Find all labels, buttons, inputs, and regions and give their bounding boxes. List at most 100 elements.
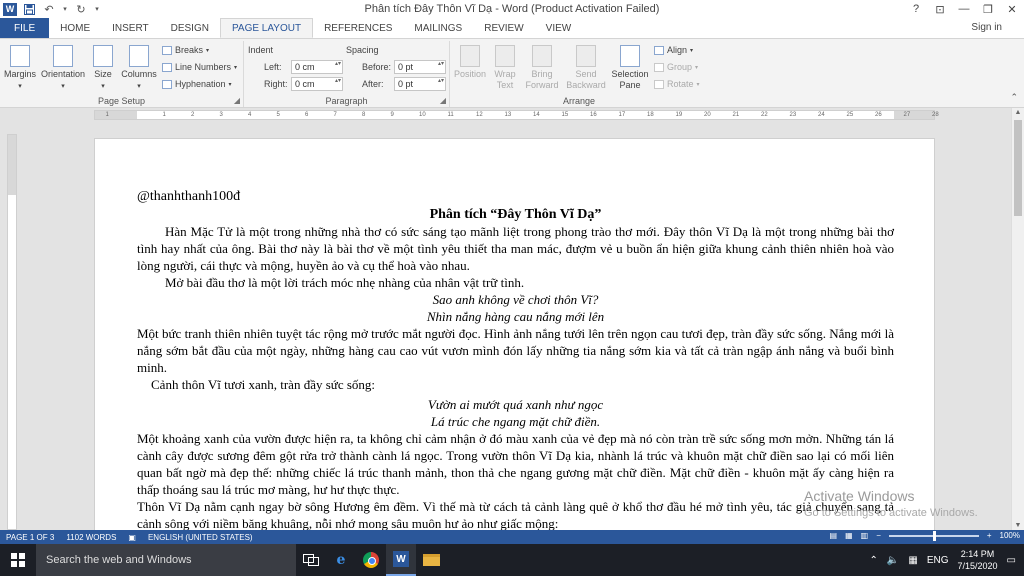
bring-forward-button[interactable]: Bring Forward bbox=[522, 45, 562, 91]
task-view-icon[interactable] bbox=[296, 544, 326, 576]
group-icon bbox=[654, 62, 664, 72]
rotate-button[interactable]: Rotate ▾ bbox=[654, 79, 700, 89]
margins-icon bbox=[10, 45, 30, 67]
tab-design[interactable]: DESIGN bbox=[160, 18, 220, 38]
spacing-after-input[interactable]: 0 pt bbox=[394, 77, 446, 91]
verse-4: Lá trúc che ngang mặt chữ điền. bbox=[430, 414, 601, 429]
vertical-scrollbar[interactable]: ▲ ▼ bbox=[1011, 108, 1024, 530]
ruler-tick: 4 bbox=[248, 112, 252, 118]
tab-mailings[interactable]: MAILINGS bbox=[403, 18, 473, 38]
clock[interactable]: 2:14 PM 7/15/2020 bbox=[958, 548, 998, 572]
restore-button[interactable]: ❐ bbox=[976, 0, 1000, 18]
undo-icon[interactable]: ↶ bbox=[41, 2, 57, 16]
breaks-icon bbox=[162, 45, 172, 55]
ruler-tick: 27 bbox=[903, 112, 911, 118]
wrap-text-button[interactable]: Wrap Text bbox=[488, 45, 522, 91]
ribbon-display-options-button[interactable]: ⊡ bbox=[928, 0, 952, 18]
spacing-before-label: Before: bbox=[362, 62, 392, 72]
indent-label: Indent bbox=[248, 45, 274, 55]
title-bar: W ↶ ▾ ↻ ▾ Phân tích Đây Thôn Vĩ Dạ - Wor… bbox=[0, 0, 1024, 18]
columns-button[interactable]: Columns ▾ bbox=[120, 45, 158, 92]
tab-review[interactable]: REVIEW bbox=[473, 18, 534, 38]
paragraph-1: Hàn Mặc Tử là một trong những nhà thơ có… bbox=[137, 224, 894, 273]
indent-right-input[interactable]: 0 cm bbox=[291, 77, 343, 91]
zoom-slider[interactable] bbox=[888, 530, 979, 541]
edge-icon[interactable]: e bbox=[326, 544, 356, 576]
document-page[interactable]: @thanhthanh100đ Phân tích “Đây Thôn Vĩ D… bbox=[94, 138, 935, 532]
ruler-tick: 19 bbox=[675, 112, 683, 118]
wrap-text-icon bbox=[495, 45, 515, 67]
tab-view[interactable]: VIEW bbox=[535, 18, 583, 38]
web-layout-icon[interactable]: ▥ bbox=[861, 531, 869, 540]
hyphenation-button[interactable]: Hyphenation ▾ bbox=[162, 79, 232, 89]
paragraph-2: Mở bài đầu thơ là một lời trách móc nhẹ … bbox=[165, 275, 525, 290]
dropdown-arrow-icon[interactable]: ▾ bbox=[61, 2, 69, 16]
tab-home[interactable]: HOME bbox=[49, 18, 101, 38]
print-layout-icon[interactable]: ▦ bbox=[845, 531, 853, 540]
horizontal-ruler[interactable]: 1 1 2 3 4 5 6 7 8 9 10 11 12 13 14 15 16 17 18 19 20 21 22 23 24… bbox=[94, 110, 939, 120]
page-count[interactable]: PAGE 1 OF 3 bbox=[0, 533, 60, 542]
group-button[interactable]: Group ▾ bbox=[654, 62, 698, 72]
tab-page-layout[interactable]: PAGE LAYOUT bbox=[219, 18, 314, 38]
send-backward-button[interactable]: Send Backward bbox=[564, 45, 608, 91]
help-button[interactable]: ? bbox=[904, 0, 928, 18]
paragraph-5: Một khoảng xanh của vườn được hiện ra, t… bbox=[137, 431, 894, 497]
taskbar-search[interactable]: Search the web and Windows bbox=[36, 544, 296, 576]
scroll-up-icon[interactable]: ▲ bbox=[1012, 109, 1024, 116]
selection-pane-button[interactable]: Selection Pane bbox=[610, 45, 650, 91]
size-button[interactable]: Size ▾ bbox=[86, 45, 120, 92]
paragraph-group: Indent Spacing Left: 0 cm Right: 0 cm Be… bbox=[244, 41, 450, 107]
orientation-button[interactable]: Orientation ▾ bbox=[40, 45, 86, 92]
spacing-after-label: After: bbox=[362, 79, 384, 89]
minimize-button[interactable]: — bbox=[952, 0, 976, 18]
collapse-ribbon-icon[interactable]: ⌃ bbox=[1010, 92, 1018, 103]
word-count[interactable]: 1102 WORDS bbox=[60, 533, 122, 542]
customize-toolbar-icon[interactable]: ▾ bbox=[93, 2, 101, 16]
breaks-button[interactable]: Breaks ▾ bbox=[162, 45, 209, 55]
save-icon[interactable] bbox=[21, 2, 37, 16]
word-taskbar-icon[interactable]: W bbox=[386, 544, 416, 576]
tab-file[interactable]: FILE bbox=[0, 18, 50, 38]
vertical-ruler[interactable] bbox=[7, 134, 17, 530]
network-icon[interactable]: ▦ bbox=[908, 555, 917, 566]
word-logo-icon: W bbox=[3, 2, 17, 16]
read-mode-icon[interactable]: ▤ bbox=[830, 531, 838, 540]
align-button[interactable]: Align ▾ bbox=[654, 45, 693, 55]
line-numbers-button[interactable]: Line Numbers ▾ bbox=[162, 62, 237, 72]
author-handle: @thanhthanh100đ bbox=[137, 189, 241, 204]
proofing-icon[interactable]: ▣ bbox=[122, 533, 142, 542]
ruler-tick: 9 bbox=[390, 112, 394, 118]
spacing-before-input[interactable]: 0 pt bbox=[394, 60, 446, 74]
volume-icon[interactable]: 🔈 bbox=[887, 555, 899, 566]
document-body[interactable]: @thanhthanh100đ Phân tích “Đây Thôn Vĩ D… bbox=[137, 188, 894, 531]
language-status[interactable]: ENGLISH (UNITED STATES) bbox=[142, 533, 259, 542]
sign-in-link[interactable]: Sign in bbox=[971, 22, 1002, 33]
start-button[interactable] bbox=[0, 544, 36, 576]
ruler-tick: 24 bbox=[818, 112, 825, 118]
close-button[interactable]: ✕ bbox=[1000, 0, 1024, 18]
rotate-icon bbox=[654, 79, 664, 89]
margins-button[interactable]: Margins ▾ bbox=[2, 45, 38, 92]
indent-left-input[interactable]: 0 cm bbox=[291, 60, 343, 74]
paragraph-label: Paragraph bbox=[325, 96, 368, 106]
paragraph-4: Cảnh thôn Vĩ tươi xanh, tràn đầy sức sốn… bbox=[151, 377, 376, 392]
input-language[interactable]: ENG bbox=[927, 555, 949, 566]
tab-references[interactable]: REFERENCES bbox=[313, 18, 403, 38]
zoom-in-icon[interactable]: + bbox=[987, 531, 992, 540]
position-button[interactable]: Position bbox=[452, 45, 488, 80]
paragraph-launcher-icon[interactable]: ◢ bbox=[440, 96, 446, 105]
ruler-tick: 28 bbox=[932, 112, 939, 118]
file-explorer-icon[interactable] bbox=[416, 544, 446, 576]
zoom-out-icon[interactable]: − bbox=[876, 531, 881, 540]
chrome-icon[interactable] bbox=[356, 544, 386, 576]
scroll-down-icon[interactable]: ▼ bbox=[1012, 522, 1024, 529]
ruler-tick: 15 bbox=[561, 112, 569, 118]
ruler-tick: 21 bbox=[732, 112, 740, 118]
show-hidden-icons-icon[interactable]: ⌃ bbox=[870, 555, 878, 566]
tab-insert[interactable]: INSERT bbox=[101, 18, 160, 38]
redo-icon[interactable]: ↻ bbox=[73, 2, 89, 16]
scroll-thumb[interactable] bbox=[1014, 120, 1022, 216]
notifications-icon[interactable]: ▭ bbox=[1007, 555, 1016, 566]
page-setup-launcher-icon[interactable]: ◢ bbox=[234, 96, 240, 105]
zoom-level[interactable]: 100% bbox=[1000, 531, 1020, 540]
